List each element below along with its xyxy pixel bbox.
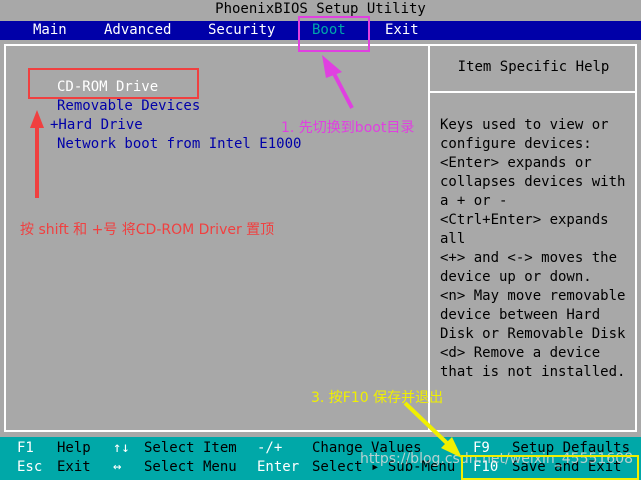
arrow-yellow-icon <box>403 401 462 458</box>
arrow-magenta-icon <box>322 55 354 109</box>
annotation-step1: 1. 先切换到boot目录 <box>281 120 415 136</box>
annotation-arrows <box>30 55 462 458</box>
annotation-step3: 3. 按F10 保存并退出 <box>311 390 444 406</box>
arrow-red-icon <box>30 110 44 198</box>
annotation-step2: 按 shift 和 +号 将CD-ROM Driver 置顶 <box>20 222 275 238</box>
